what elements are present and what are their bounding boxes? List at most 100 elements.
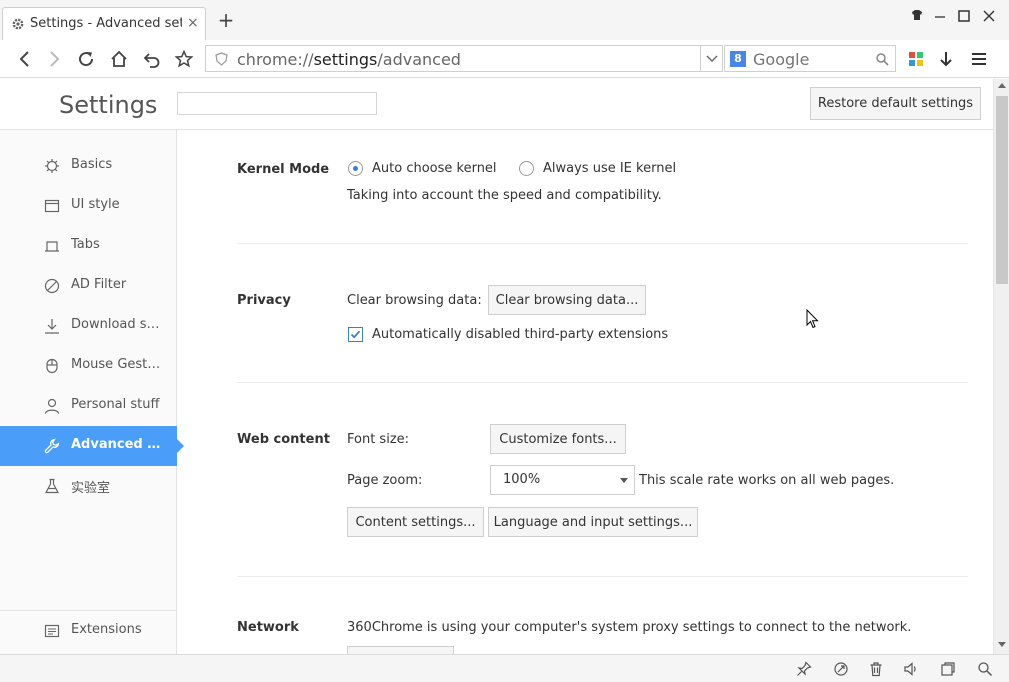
section-divider bbox=[237, 576, 968, 577]
shield-icon bbox=[215, 52, 228, 66]
download-icon bbox=[44, 318, 60, 334]
trash-icon[interactable] bbox=[868, 661, 884, 677]
flask-icon bbox=[44, 478, 60, 494]
forward-icon[interactable] bbox=[44, 49, 64, 69]
tab-title: Settings - Advanced settin bbox=[30, 16, 182, 31]
section-title-network: Network bbox=[237, 620, 299, 635]
google-engine-icon[interactable]: 8 bbox=[730, 51, 746, 67]
language-input-settings-button[interactable]: Language and input settings... bbox=[488, 507, 698, 537]
mouse-cursor-icon bbox=[806, 309, 819, 330]
wrench-icon bbox=[44, 438, 60, 454]
menu-icon[interactable] bbox=[969, 49, 989, 69]
address-path: /advanced bbox=[377, 50, 461, 69]
radio-auto-kernel-label[interactable]: Auto choose kernel bbox=[372, 161, 497, 176]
accelerate-icon[interactable] bbox=[833, 661, 849, 677]
mouse-icon bbox=[44, 358, 60, 374]
settings-search-input[interactable] bbox=[177, 92, 377, 115]
download-icon[interactable] bbox=[936, 49, 956, 69]
sidebar-item-label: AD Filter bbox=[71, 277, 127, 292]
address-host: settings bbox=[313, 50, 378, 69]
network-note: 360Chrome is using your computer's syste… bbox=[347, 620, 912, 635]
sidebar-item-lab[interactable]: 实验室 bbox=[0, 466, 177, 506]
font-size-label: Font size: bbox=[347, 432, 410, 447]
page-scrollbar[interactable] bbox=[993, 79, 1009, 654]
chevron-down-icon[interactable] bbox=[700, 46, 722, 71]
gear-icon bbox=[44, 158, 60, 174]
sidebar-item-extensions[interactable]: Extensions bbox=[0, 611, 177, 651]
address-text[interactable]: chrome://settings/advanced bbox=[237, 50, 461, 69]
page-zoom-select[interactable]: 100% bbox=[490, 465, 635, 495]
sidebar-item-advanced-settings[interactable]: Advanced settings bbox=[0, 426, 184, 466]
page-zoom-value: 100% bbox=[503, 472, 541, 487]
reload-icon[interactable] bbox=[76, 49, 96, 69]
volume-icon[interactable] bbox=[903, 661, 919, 677]
tab-icon bbox=[44, 238, 60, 254]
window-close-icon[interactable] bbox=[981, 8, 997, 24]
sidebar-item-mouse-gesture[interactable]: Mouse Gesture bbox=[0, 346, 177, 386]
clear-browsing-data-button[interactable]: Clear browsing data... bbox=[488, 285, 646, 315]
sidebar-item-ad-filter[interactable]: AD Filter bbox=[0, 266, 177, 306]
sidebar-item-personal-stuff[interactable]: Personal stuff bbox=[0, 386, 177, 426]
content-settings-button[interactable]: Content settings... bbox=[347, 507, 484, 537]
tab-bar: Settings - Advanced settin × + bbox=[0, 0, 1009, 40]
sidebar-item-label: UI style bbox=[71, 197, 120, 212]
clear-data-label: Clear browsing data: bbox=[347, 293, 482, 308]
sidebar-item-download-settings[interactable]: Download settings bbox=[0, 306, 177, 346]
new-tab-button[interactable]: + bbox=[217, 10, 235, 30]
scroll-up-icon[interactable] bbox=[998, 83, 1006, 88]
sidebar-item-label: Personal stuff bbox=[71, 397, 160, 412]
search-box[interactable]: 8 bbox=[724, 45, 896, 72]
tab-settings[interactable]: Settings - Advanced settin × bbox=[2, 7, 206, 40]
sidebar-item-label: Basics bbox=[71, 157, 113, 172]
sidebar-item-label: Extensions bbox=[71, 622, 142, 637]
gear-icon bbox=[11, 17, 25, 31]
page-zoom-note: This scale rate works on all web pages. bbox=[639, 473, 895, 488]
maximize-icon[interactable] bbox=[956, 8, 972, 24]
change-proxy-button[interactable] bbox=[347, 646, 454, 654]
section-title-web-content: Web content bbox=[237, 432, 330, 447]
sidebar-item-ui-style[interactable]: UI style bbox=[0, 186, 177, 226]
sidebar-item-label: Tabs bbox=[71, 237, 100, 252]
home-icon[interactable] bbox=[109, 49, 129, 69]
window-icon[interactable] bbox=[940, 661, 956, 677]
search-input[interactable] bbox=[753, 49, 868, 69]
section-title-privacy: Privacy bbox=[237, 293, 291, 308]
page-title: Settings bbox=[59, 91, 158, 119]
customize-fonts-button[interactable]: Customize fonts... bbox=[490, 424, 626, 454]
block-icon bbox=[44, 278, 60, 294]
settings-page: Settings Restore default settings Basics… bbox=[0, 79, 993, 654]
zoom-icon[interactable] bbox=[977, 661, 993, 677]
radio-ie-kernel-label[interactable]: Always use IE kernel bbox=[543, 161, 676, 176]
address-bar[interactable]: chrome://settings/advanced bbox=[205, 45, 723, 72]
third-party-extensions-checkbox[interactable] bbox=[348, 327, 363, 342]
search-icon[interactable] bbox=[875, 52, 889, 66]
back-icon[interactable] bbox=[15, 49, 35, 69]
sidebar-item-tabs[interactable]: Tabs bbox=[0, 226, 177, 266]
navigation-bar: chrome://settings/advanced 8 bbox=[0, 40, 1009, 78]
shirt-icon[interactable] bbox=[909, 8, 925, 24]
settings-sidebar: Basics UI style Tabs AD Filter Download … bbox=[0, 130, 184, 654]
close-icon[interactable]: × bbox=[187, 15, 199, 31]
sidebar-item-label: Mouse Gesture bbox=[71, 357, 167, 372]
scrollbar-thumb[interactable] bbox=[996, 96, 1008, 284]
undo-icon[interactable] bbox=[142, 49, 162, 69]
sidebar-item-basics[interactable]: Basics bbox=[0, 146, 177, 186]
kernel-note: Taking into account the speed and compat… bbox=[347, 188, 662, 203]
person-icon bbox=[44, 398, 60, 414]
sidebar-item-label: Advanced settings bbox=[71, 437, 167, 452]
address-scheme: chrome:// bbox=[237, 50, 314, 69]
star-icon[interactable] bbox=[174, 49, 194, 69]
apps-icon[interactable] bbox=[906, 49, 926, 69]
pin-icon[interactable] bbox=[796, 661, 812, 677]
radio-ie-kernel[interactable] bbox=[519, 161, 534, 176]
status-bar bbox=[0, 654, 1009, 682]
radio-auto-kernel[interactable] bbox=[348, 161, 363, 176]
minimize-icon[interactable] bbox=[932, 8, 948, 24]
restore-defaults-button[interactable]: Restore default settings bbox=[810, 87, 981, 120]
section-divider bbox=[237, 243, 968, 244]
section-title-kernel: Kernel Mode bbox=[237, 162, 330, 177]
settings-content: Kernel Mode Auto choose kernel Always us… bbox=[177, 130, 993, 654]
scroll-down-icon[interactable] bbox=[998, 642, 1006, 647]
sidebar-item-label: 实验室 bbox=[71, 481, 111, 496]
third-party-extensions-label[interactable]: Automatically disabled third-party exten… bbox=[372, 327, 668, 342]
